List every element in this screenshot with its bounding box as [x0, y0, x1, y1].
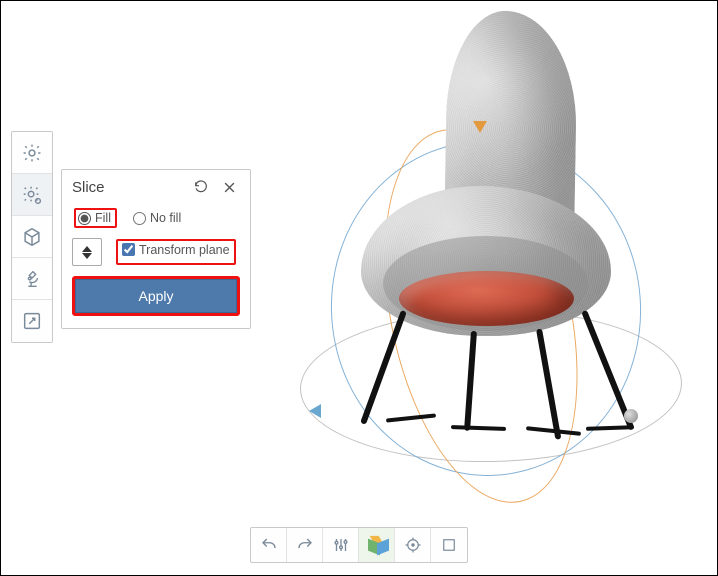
axis-handle-blue[interactable] — [309, 404, 321, 418]
close-icon — [222, 180, 237, 195]
axis-handle-sphere[interactable] — [624, 409, 638, 423]
export-tool[interactable] — [12, 300, 52, 342]
transform-plane-highlight: Transform plane — [116, 239, 236, 266]
fill-radio[interactable]: Fill — [74, 208, 117, 228]
fill-radio-input[interactable] — [78, 212, 91, 225]
apply-highlight: Apply — [72, 276, 240, 316]
undo-button[interactable] — [251, 528, 287, 562]
nofill-radio-label: No fill — [150, 211, 181, 225]
scene — [251, 11, 711, 511]
settings-tool[interactable] — [12, 132, 52, 174]
chair-leg — [360, 310, 407, 425]
nofill-radio-input[interactable] — [133, 212, 146, 225]
reset-icon — [193, 179, 209, 195]
undo-icon — [260, 536, 278, 554]
left-toolbar — [11, 131, 53, 343]
gear-icon — [21, 142, 43, 164]
transform-plane-checkbox[interactable]: Transform plane — [122, 243, 230, 257]
transform-plane-label: Transform plane — [139, 243, 230, 257]
view-cube-button[interactable] — [359, 528, 395, 562]
reset-button[interactable] — [190, 176, 212, 198]
chevron-down-icon — [82, 253, 92, 259]
fill-radio-label: Fill — [95, 211, 111, 225]
inspect-tool[interactable] — [12, 258, 52, 300]
chair-foot — [586, 425, 634, 431]
axis-handle-orange[interactable] — [473, 121, 487, 133]
app-window: Slice Fill No fill — [0, 0, 718, 576]
center-button[interactable] — [395, 528, 431, 562]
crop-button[interactable] — [431, 528, 467, 562]
gear-badge-icon — [21, 184, 43, 206]
hexagon-icon — [21, 226, 43, 248]
redo-button[interactable] — [287, 528, 323, 562]
slice-tool[interactable] — [12, 174, 52, 216]
target-icon — [404, 536, 422, 554]
plane-stepper[interactable] — [72, 238, 102, 266]
nofill-radio[interactable]: No fill — [131, 208, 185, 228]
chair-foot — [386, 413, 436, 422]
transform-plane-input[interactable] — [122, 243, 135, 256]
sliders-icon — [332, 536, 350, 554]
fill-mode-row: Fill No fill — [72, 204, 240, 234]
chair-foot — [451, 425, 506, 431]
redo-icon — [296, 536, 314, 554]
panel-header: Slice — [72, 170, 240, 204]
options-row: Transform plane — [72, 238, 240, 266]
apply-button[interactable]: Apply — [75, 279, 237, 313]
popout-icon — [21, 310, 43, 332]
chevron-up-icon — [82, 246, 92, 252]
mesh-tool[interactable] — [12, 216, 52, 258]
cube-icon — [368, 536, 386, 554]
bottom-toolbar — [250, 527, 468, 563]
microscope-icon — [21, 268, 43, 290]
chair-leg — [536, 328, 561, 439]
adjust-button[interactable] — [323, 528, 359, 562]
chair-cushion — [399, 271, 574, 326]
chair-leg — [464, 331, 477, 431]
crop-icon — [440, 536, 458, 554]
panel-title: Slice — [72, 179, 184, 196]
close-button[interactable] — [218, 176, 240, 198]
slice-panel: Slice Fill No fill — [61, 169, 251, 329]
chair-model — [331, 11, 631, 441]
